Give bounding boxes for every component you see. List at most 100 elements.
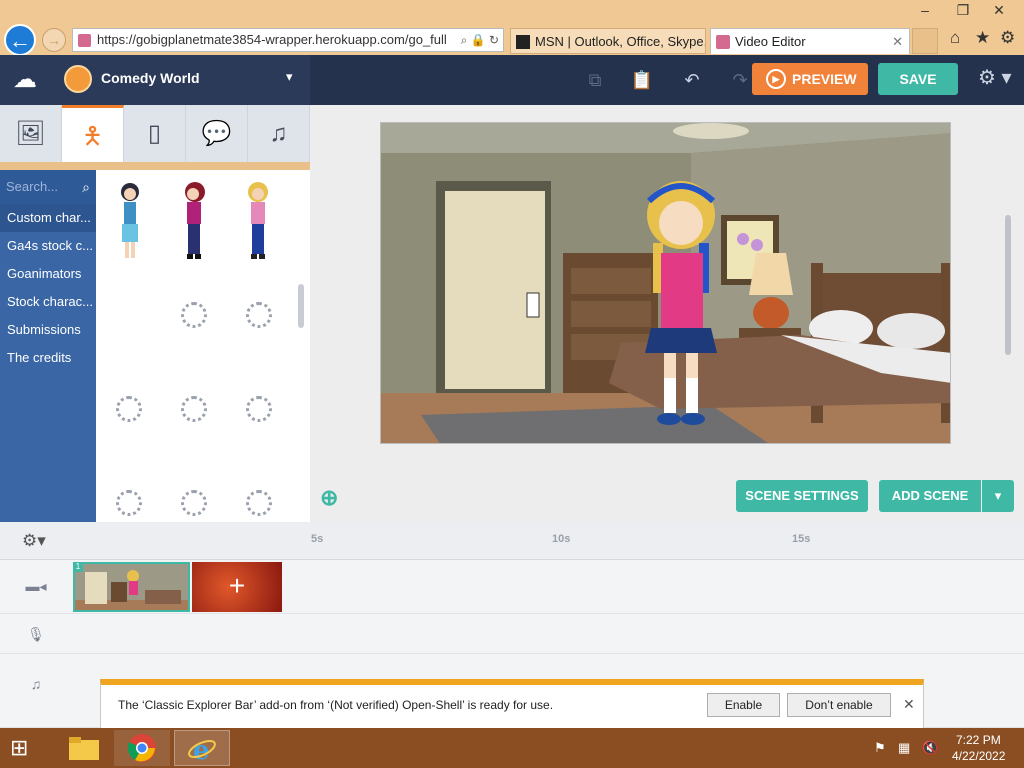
undo-icon[interactable]: ↶ [680, 68, 704, 92]
site-favicon-icon [78, 34, 91, 47]
gear-icon[interactable]: ⚙▾ [22, 531, 46, 551]
play-icon: ▶ [766, 69, 786, 89]
avatar[interactable] [64, 65, 92, 93]
address-actions[interactable]: ⌕ 🔒 ↻ [461, 29, 499, 51]
character-thumbnail[interactable] [114, 180, 146, 264]
zoom-in-icon[interactable]: ⊕ [320, 485, 338, 511]
flag-icon[interactable]: ⚑ [874, 740, 886, 756]
image-icon: 🖼 [15, 120, 46, 147]
tab-props[interactable]: ▯ [124, 105, 186, 162]
arrow-left-icon: ← [9, 28, 31, 53]
network-icon[interactable]: ▦ [898, 740, 910, 756]
category-item[interactable]: Stock charac... [0, 288, 96, 316]
loading-spinner-icon [116, 396, 142, 422]
paste-icon[interactable]: 📋 [630, 68, 654, 92]
close-tab-icon[interactable]: ✕ [892, 29, 903, 54]
dont-enable-button[interactable]: Don’t enable [787, 693, 891, 717]
chevron-down-icon: ▾ [994, 488, 1002, 503]
category-item[interactable]: Submissions [0, 316, 96, 344]
favorites-star-icon[interactable]: ★ [975, 28, 990, 48]
tick-label: 10s [552, 533, 571, 545]
character-thumbnail[interactable] [178, 180, 210, 264]
search-icon[interactable]: ⌕ [461, 33, 468, 47]
preview-button[interactable]: ▶ PREVIEW [752, 63, 868, 95]
loading-spinner-icon [246, 302, 272, 328]
cloud-upload-icon[interactable]: ☁ [6, 65, 44, 95]
clock-time[interactable]: 7:22 PM [956, 733, 1001, 747]
tick-label: 5s [311, 533, 324, 545]
timeline-ruler[interactable]: ⚙▾ 5s 10s 15s [0, 522, 1024, 560]
back-button[interactable]: ← [4, 24, 36, 56]
home-icon[interactable]: ⌂ [950, 28, 960, 48]
add-scene-dropdown[interactable]: ▾ [982, 480, 1014, 512]
gear-icon[interactable]: ⚙ ▾ [978, 65, 1012, 90]
library-tabs: 🖼 🯅 ▯ 💬 ♫ [0, 105, 310, 162]
search-placeholder: Search... [6, 179, 59, 194]
scene-canvas[interactable] [380, 122, 951, 444]
save-button[interactable]: SAVE [878, 63, 958, 95]
theme-selector-label[interactable]: Comedy World [101, 70, 200, 86]
chrome-taskbar-button[interactable] [114, 730, 170, 766]
voice-track: 🎙 [0, 614, 1024, 654]
search-icon: ⌕ [82, 179, 90, 195]
category-list: Search... ⌕ Custom char... Ga4s stock c.… [0, 170, 96, 522]
site-favicon-icon [716, 35, 730, 49]
tab-backgrounds[interactable]: 🖼 [0, 105, 62, 162]
file-explorer-taskbar-button[interactable] [56, 730, 112, 766]
category-item[interactable]: The credits [0, 344, 96, 372]
folder-icon [69, 737, 99, 760]
scene-settings-button[interactable]: SCENE SETTINGS [736, 480, 868, 512]
settings-gear-icon[interactable]: ⚙ [1000, 28, 1015, 48]
address-bar[interactable]: https://gobigplanetmate3854-wrapper.hero… [72, 28, 504, 52]
microphone-icon: 🎙 [27, 626, 45, 642]
music-note-icon: ♫ [30, 676, 42, 692]
category-item[interactable]: Ga4s stock c... [0, 232, 96, 260]
character-thumbnail[interactable] [242, 180, 274, 264]
add-scene-button[interactable]: ADD SCENE [879, 480, 981, 512]
tab-label: MSN | Outlook, Office, Skype, ... [535, 34, 706, 49]
enable-button[interactable]: Enable [707, 693, 780, 717]
tab-characters[interactable]: 🯅 [62, 105, 124, 162]
tab-msn[interactable]: MSN | Outlook, Office, Skype, ... [510, 28, 706, 54]
loading-spinner-icon [181, 396, 207, 422]
maximize-button[interactable]: ❐ [948, 0, 978, 22]
browser-toolbar: – ❐ ✕ ← → https://gobigplanetmate3854-wr… [0, 0, 1024, 56]
loading-spinner-icon [181, 302, 207, 328]
windows-start-icon[interactable]: ⊞ [10, 736, 38, 760]
loading-spinner-icon [246, 396, 272, 422]
copy-icon[interactable]: ⧉ [583, 68, 607, 92]
character-icon: 🯅 [81, 123, 104, 150]
speech-bubble-icon: 💬 [201, 120, 232, 147]
add-scene-tile[interactable]: + [192, 562, 282, 612]
close-window-button[interactable]: ✕ [984, 0, 1014, 22]
loading-spinner-icon [181, 490, 207, 516]
tab-text[interactable]: 💬 [186, 105, 248, 162]
internet-explorer-taskbar-button[interactable]: e [174, 730, 230, 766]
music-note-icon: ♫ [269, 120, 288, 147]
scene-thumbnail-image [75, 564, 188, 610]
loading-spinner-icon [116, 490, 142, 516]
volume-muted-icon[interactable]: 🔇 [922, 740, 938, 756]
library-scrollbar[interactable] [298, 284, 304, 328]
forward-button[interactable]: → [42, 28, 66, 52]
lock-icon[interactable]: 🔒 [471, 33, 486, 47]
redo-icon[interactable]: ↷ [728, 68, 752, 92]
stage-scrollbar[interactable] [1005, 215, 1011, 355]
notification-message: The ‘Classic Explorer Bar’ add-on from ‘… [118, 698, 554, 712]
category-item[interactable]: Custom char... [0, 204, 96, 232]
tab-music[interactable]: ♫ [248, 105, 310, 162]
msn-favicon-icon [516, 35, 530, 49]
tab-video-editor[interactable]: Video Editor ✕ [710, 28, 910, 54]
clock-date[interactable]: 4/22/2022 [952, 749, 1005, 763]
category-item[interactable]: Goanimators [0, 260, 96, 288]
close-icon[interactable]: ✕ [903, 696, 915, 713]
character-grid [96, 170, 310, 522]
chevron-down-icon[interactable]: ▾ [286, 69, 293, 85]
scene-thumbnail[interactable] [73, 562, 190, 612]
minimize-button[interactable]: – [910, 0, 940, 22]
address-url: https://gobigplanetmate3854-wrapper.hero… [97, 32, 447, 47]
search-input[interactable]: Search... ⌕ [0, 170, 96, 204]
loading-spinner-icon [246, 490, 272, 516]
refresh-icon[interactable]: ↻ [489, 33, 499, 47]
new-tab-button[interactable] [912, 28, 938, 54]
